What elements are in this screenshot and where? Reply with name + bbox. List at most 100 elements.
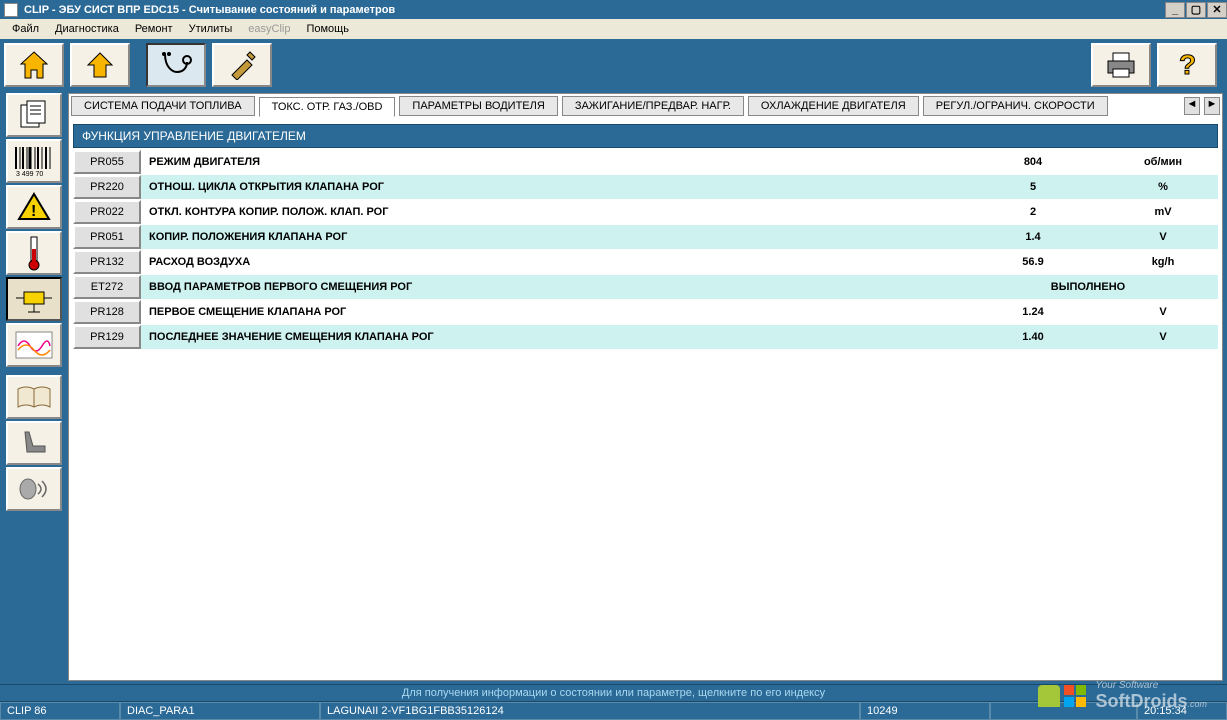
param-unit: mV <box>1108 200 1218 224</box>
menu-diagnostic[interactable]: Диагностика <box>47 21 127 37</box>
print-button[interactable] <box>1091 43 1151 87</box>
seat-button[interactable] <box>6 421 62 465</box>
tab-driver-params[interactable]: ПАРАМЕТРЫ ВОДИТЕЛЯ <box>399 96 557 116</box>
table-row: PR132РАСХОД ВОЗДУХА56.9kg/h <box>73 250 1218 275</box>
param-value: ВЫПОЛНЕНО <box>958 275 1218 299</box>
param-value: 1.4 <box>958 225 1108 249</box>
manual-button[interactable] <box>6 375 62 419</box>
menu-help[interactable]: Помощь <box>298 21 357 37</box>
status-time: 20:15:34 <box>1137 702 1227 720</box>
hint-bar: Для получения информации о состоянии или… <box>0 684 1227 702</box>
param-code-button[interactable]: ET272 <box>73 275 141 299</box>
thermometer-button[interactable] <box>6 231 62 275</box>
param-value: 1.40 <box>958 325 1108 349</box>
window-title: CLIP - ЭБУ СИСТ ВПР EDC15 - Считывание с… <box>24 4 395 16</box>
param-code-button[interactable]: PR022 <box>73 200 141 224</box>
top-toolbar: ? <box>0 39 1227 91</box>
status-bar: CLIP 86 DIAC_PARA1 LAGUNAII 2-VF1BG1FBB3… <box>0 702 1227 720</box>
barcode-button[interactable]: 3 499 70 <box>6 139 62 183</box>
documents-button[interactable] <box>6 93 62 137</box>
param-label: ПОСЛЕДНЕЕ ЗНАЧЕНИЕ СМЕЩЕНИЯ КЛАПАНА РОГ <box>143 325 958 349</box>
param-value: 804 <box>958 150 1108 174</box>
menu-easyclip: easyClip <box>240 21 298 37</box>
question-icon: ? <box>1175 50 1199 80</box>
up-button[interactable] <box>70 43 130 87</box>
up-arrow-icon <box>85 50 115 80</box>
window-titlebar: CLIP - ЭБУ СИСТ ВПР EDC15 - Считывание с… <box>0 0 1227 19</box>
documents-icon <box>17 99 51 131</box>
voice-button[interactable] <box>6 467 62 511</box>
status-code: 10249 <box>860 702 990 720</box>
table-row: PR128ПЕРВОЕ СМЕЩЕНИЕ КЛАПАНА РОГ1.24V <box>73 300 1218 325</box>
param-code-button[interactable]: PR220 <box>73 175 141 199</box>
param-unit: V <box>1108 325 1218 349</box>
diagnostic-button[interactable] <box>146 43 206 87</box>
tabs-row: СИСТЕМА ПОДАЧИ ТОПЛИВА ТОКС. ОТР. ГАЗ./O… <box>69 94 1222 116</box>
stethoscope-icon <box>159 50 193 80</box>
content-area: СИСТЕМА ПОДАЧИ ТОПЛИВА ТОКС. ОТР. ГАЗ./O… <box>68 93 1223 681</box>
param-value: 2 <box>958 200 1108 224</box>
param-code-button[interactable]: PR055 <box>73 150 141 174</box>
tab-speed-limit[interactable]: РЕГУЛ./ОГРАНИЧ. СКОРОСТИ <box>923 96 1108 116</box>
param-label: РАСХОД ВОЗДУХА <box>143 250 958 274</box>
param-code-button[interactable]: PR132 <box>73 250 141 274</box>
svg-text:3 499 70: 3 499 70 <box>16 171 43 177</box>
graph-button[interactable] <box>6 323 62 367</box>
tab-fuel-system[interactable]: СИСТЕМА ПОДАЧИ ТОПЛИВА <box>71 96 255 116</box>
status-vehicle: LAGUNAII 2-VF1BG1FBB35126124 <box>320 702 860 720</box>
param-code-button[interactable]: PR129 <box>73 325 141 349</box>
status-extra <box>990 702 1137 720</box>
param-label: ВВОД ПАРАМЕТРОВ ПЕРВОГО СМЕЩЕНИЯ РОГ <box>143 275 958 299</box>
graph-icon <box>14 330 54 360</box>
tools-button[interactable] <box>212 43 272 87</box>
param-label: РЕЖИМ ДВИГАТЕЛЯ <box>143 150 958 174</box>
param-value: 5 <box>958 175 1108 199</box>
param-label: ПЕРВОЕ СМЕЩЕНИЕ КЛАПАНА РОГ <box>143 300 958 324</box>
menu-repair[interactable]: Ремонт <box>127 21 181 37</box>
tab-exhaust-obd[interactable]: ТОКС. ОТР. ГАЗ./OBD <box>259 97 396 117</box>
voice-icon <box>16 474 52 504</box>
param-label: КОПИР. ПОЛОЖЕНИЯ КЛАПАНА РОГ <box>143 225 958 249</box>
svg-text:?: ? <box>1179 50 1196 80</box>
warning-icon: ! <box>16 191 52 223</box>
param-value: 56.9 <box>958 250 1108 274</box>
barcode-icon: 3 499 70 <box>12 145 56 177</box>
param-code-button[interactable]: PR051 <box>73 225 141 249</box>
menu-utilities[interactable]: Утилиты <box>181 21 241 37</box>
status-mode: DIAC_PARA1 <box>120 702 320 720</box>
table-row: PR220ОТНОШ. ЦИКЛА ОТКРЫТИЯ КЛАПАНА РОГ5% <box>73 175 1218 200</box>
table-row: ET272ВВОД ПАРАМЕТРОВ ПЕРВОГО СМЕЩЕНИЯ РО… <box>73 275 1218 300</box>
tab-scroll-right[interactable]: ► <box>1204 97 1220 115</box>
param-label: ОТНОШ. ЦИКЛА ОТКРЫТИЯ КЛАПАНА РОГ <box>143 175 958 199</box>
side-toolbar: 3 499 70 ! <box>0 91 68 681</box>
circuit-button[interactable] <box>6 277 62 321</box>
param-unit: kg/h <box>1108 250 1218 274</box>
parameter-table: PR055РЕЖИМ ДВИГАТЕЛЯ804об/минPR220ОТНОШ.… <box>73 150 1218 350</box>
tab-ignition[interactable]: ЗАЖИГАНИЕ/ПРЕДВАР. НАГР. <box>562 96 744 116</box>
svg-text:!: ! <box>31 203 36 220</box>
param-unit: % <box>1108 175 1218 199</box>
minimize-button[interactable]: _ <box>1165 2 1185 18</box>
menu-file[interactable]: Файл <box>4 21 47 37</box>
status-version: CLIP 86 <box>0 702 120 720</box>
param-label: ОТКЛ. КОНТУРА КОПИР. ПОЛОЖ. КЛАП. РОГ <box>143 200 958 224</box>
warning-button[interactable]: ! <box>6 185 62 229</box>
tab-cooling[interactable]: ОХЛАЖДЕНИЕ ДВИГАТЕЛЯ <box>748 96 919 116</box>
param-code-button[interactable]: PR128 <box>73 300 141 324</box>
circuit-icon <box>14 284 54 314</box>
seat-icon <box>17 428 51 458</box>
home-button[interactable] <box>4 43 64 87</box>
printer-icon <box>1104 51 1138 79</box>
param-unit: V <box>1108 225 1218 249</box>
maximize-button[interactable]: ▢ <box>1186 2 1206 18</box>
tab-scroll-left[interactable]: ◄ <box>1184 97 1200 115</box>
menubar: Файл Диагностика Ремонт Утилиты easyClip… <box>0 19 1227 39</box>
help-button[interactable]: ? <box>1157 43 1217 87</box>
tools-icon <box>227 50 257 80</box>
close-button[interactable]: ✕ <box>1207 2 1227 18</box>
table-row: PR051КОПИР. ПОЛОЖЕНИЯ КЛАПАНА РОГ1.4V <box>73 225 1218 250</box>
table-row: PR129ПОСЛЕДНЕЕ ЗНАЧЕНИЕ СМЕЩЕНИЯ КЛАПАНА… <box>73 325 1218 350</box>
param-unit: об/мин <box>1108 150 1218 174</box>
thermometer-icon <box>26 235 42 271</box>
app-icon <box>4 3 18 17</box>
